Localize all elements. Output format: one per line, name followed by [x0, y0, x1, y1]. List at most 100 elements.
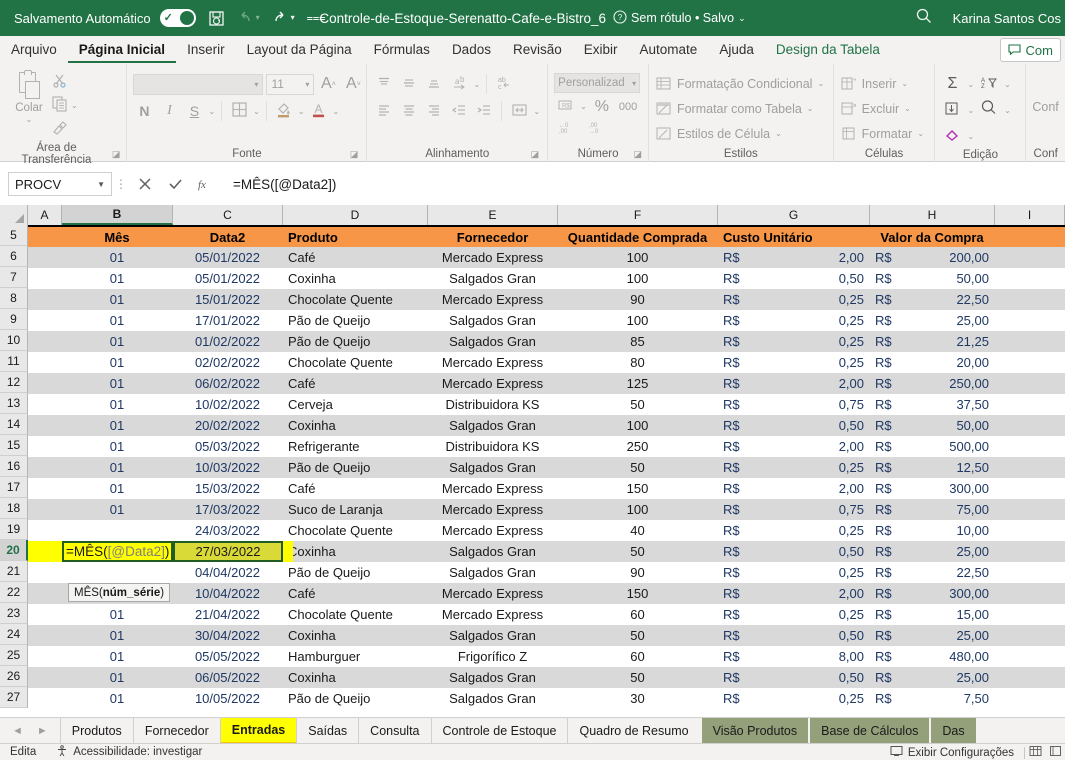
grid-cell[interactable]: Frigorífico Z: [428, 646, 558, 667]
grid-cell[interactable]: [28, 562, 62, 583]
grid-cell[interactable]: Mercado Express: [428, 352, 558, 373]
grid-cell[interactable]: Refrigerante: [283, 436, 428, 457]
column-header-e[interactable]: E: [428, 205, 558, 225]
grid-cell[interactable]: 40: [558, 520, 718, 541]
grid-cell[interactable]: [28, 394, 62, 415]
grid-cell-custo-unitario[interactable]: R$ 2,00: [718, 436, 870, 457]
comma-style-button[interactable]: 000: [617, 96, 639, 117]
font-name-caret-icon[interactable]: ▾: [254, 80, 262, 89]
shrink-font-button[interactable]: A ˅: [342, 74, 364, 95]
clear-button[interactable]: [941, 126, 963, 147]
grid-cell[interactable]: Mercado Express: [428, 247, 558, 268]
grid-cell-custo-unitario[interactable]: R$ 8,00: [718, 646, 870, 667]
grid-cell[interactable]: 05/05/2022: [173, 646, 283, 667]
grid-cell[interactable]: Distribuidora KS: [428, 394, 558, 415]
grid-cell[interactable]: Salgados Gran: [428, 457, 558, 478]
grid-cell[interactable]: 01: [62, 646, 173, 667]
autosum-button[interactable]: Σ: [941, 74, 963, 95]
grid-cell[interactable]: [995, 520, 1065, 541]
grid-cell[interactable]: Café: [283, 247, 428, 268]
grid-cell[interactable]: Salgados Gran: [428, 688, 558, 709]
grid-cell-valor-da-compra[interactable]: R$ 480,00: [870, 646, 995, 667]
column-title-data2[interactable]: Data2: [173, 227, 283, 247]
grid-cell[interactable]: 250: [558, 436, 718, 457]
row-header-26[interactable]: 26: [0, 666, 28, 687]
row-header-10[interactable]: 10: [0, 330, 28, 351]
sheet-tab-visão-produtos[interactable]: Visão Produtos: [699, 717, 809, 744]
grid-cell[interactable]: 10/03/2022: [173, 457, 283, 478]
grid-cell[interactable]: 01: [62, 667, 173, 688]
grid-cell[interactable]: 10/04/2022: [173, 583, 283, 604]
grid-cell[interactable]: 01: [62, 373, 173, 394]
grid-cell-custo-unitario[interactable]: R$ 0,25: [718, 457, 870, 478]
grid-cell[interactable]: Pão de Queijo: [283, 310, 428, 331]
copy-caret-icon[interactable]: ⌄: [71, 101, 78, 110]
borders-caret-icon[interactable]: ⌄: [253, 107, 260, 116]
grid-cell[interactable]: [28, 583, 62, 604]
find-select-button[interactable]: [978, 100, 1000, 121]
grid-cell[interactable]: [28, 667, 62, 688]
previous-sheet-icon[interactable]: ◄: [12, 725, 23, 737]
grid-cell[interactable]: 100: [558, 415, 718, 436]
grid-cell[interactable]: [995, 331, 1065, 352]
sheet-tab-consulta[interactable]: Consulta: [358, 717, 430, 744]
cell-editor[interactable]: =MÊS([@Data2]): [62, 541, 173, 562]
grid-cell[interactable]: Mercado Express: [428, 520, 558, 541]
orientation-caret-icon[interactable]: ⌄: [473, 80, 480, 89]
grid-cell[interactable]: 05/01/2022: [173, 247, 283, 268]
ribbon-tab-automate[interactable]: Automate: [629, 37, 709, 63]
font-size-box[interactable]: 11 ▾: [266, 73, 315, 95]
increase-indent-button[interactable]: [473, 101, 495, 122]
align-center-button[interactable]: [398, 101, 420, 122]
grid-cell[interactable]: Café: [283, 478, 428, 499]
grid-cell-valor-da-compra[interactable]: R$ 300,00: [870, 478, 995, 499]
grid-cell[interactable]: [995, 478, 1065, 499]
ribbon-tab-exibir[interactable]: Exibir: [573, 37, 629, 63]
grid-cell-valor-da-compra[interactable]: R$ 21,25: [870, 331, 995, 352]
paste-caret-icon[interactable]: ⌄: [26, 115, 33, 124]
accounting-caret-icon[interactable]: ⌄: [580, 102, 587, 111]
grid-cell[interactable]: [995, 436, 1065, 457]
format-as-table-button[interactable]: Formatar como Tabela ⌄: [655, 98, 824, 119]
grid-cell[interactable]: [28, 646, 62, 667]
grid-cell[interactable]: 17/01/2022: [173, 310, 283, 331]
grid-cell[interactable]: 50: [558, 667, 718, 688]
grid-cell[interactable]: 01: [62, 331, 173, 352]
grid-cell[interactable]: 50: [558, 625, 718, 646]
percent-style-button[interactable]: %: [591, 96, 613, 117]
ribbon-tab-design-da-tabela[interactable]: Design da Tabela: [765, 37, 891, 63]
grid-cell[interactable]: Pão de Queijo: [283, 457, 428, 478]
grid-cell[interactable]: [62, 562, 173, 583]
grid-cell[interactable]: Pão de Queijo: [283, 688, 428, 709]
column-title-valor-da-compra[interactable]: Valor da Compra: [870, 227, 995, 247]
grid-cell[interactable]: 85: [558, 331, 718, 352]
sort-filter-caret-icon[interactable]: ⌄: [1004, 80, 1011, 89]
merge-cells-button[interactable]: [508, 101, 530, 122]
grid-cell[interactable]: 150: [558, 478, 718, 499]
cancel-icon[interactable]: [130, 172, 160, 196]
grid-cell[interactable]: 100: [558, 268, 718, 289]
column-header-a[interactable]: A: [28, 205, 62, 225]
grid-cell-valor-da-compra[interactable]: R$ 7,50: [870, 688, 995, 709]
grid-cell[interactable]: 01: [62, 688, 173, 709]
sheet-tab-base-de-cálculos[interactable]: Base de Cálculos: [808, 717, 930, 744]
grow-font-button[interactable]: A ˄: [317, 74, 339, 95]
grid-cell[interactable]: [28, 625, 62, 646]
grid-cell[interactable]: Café: [283, 373, 428, 394]
grid-cell-custo-unitario[interactable]: R$ 0,25: [718, 289, 870, 310]
fill-color-button[interactable]: [273, 101, 295, 122]
ribbon-tab-revisao[interactable]: Revisão: [502, 37, 573, 63]
grid-cell[interactable]: Coxinha: [283, 415, 428, 436]
grid-cell-custo-unitario[interactable]: R$ 0,25: [718, 604, 870, 625]
grid-cell[interactable]: [995, 541, 1065, 562]
grid-cell[interactable]: 02/02/2022: [173, 352, 283, 373]
ribbon-tab-layout-da-pagina[interactable]: Layout da Página: [236, 37, 363, 63]
row-header-13[interactable]: 13: [0, 393, 28, 414]
grid-cell[interactable]: 01: [62, 499, 173, 520]
select-all-button[interactable]: [0, 205, 28, 225]
sheet-tab-produtos[interactable]: Produtos: [59, 717, 133, 744]
grid-cell[interactable]: Café: [283, 583, 428, 604]
normal-view-button[interactable]: [1025, 745, 1045, 760]
grid-cell[interactable]: Mercado Express: [428, 289, 558, 310]
grid-cell-custo-unitario[interactable]: R$ 0,50: [718, 268, 870, 289]
